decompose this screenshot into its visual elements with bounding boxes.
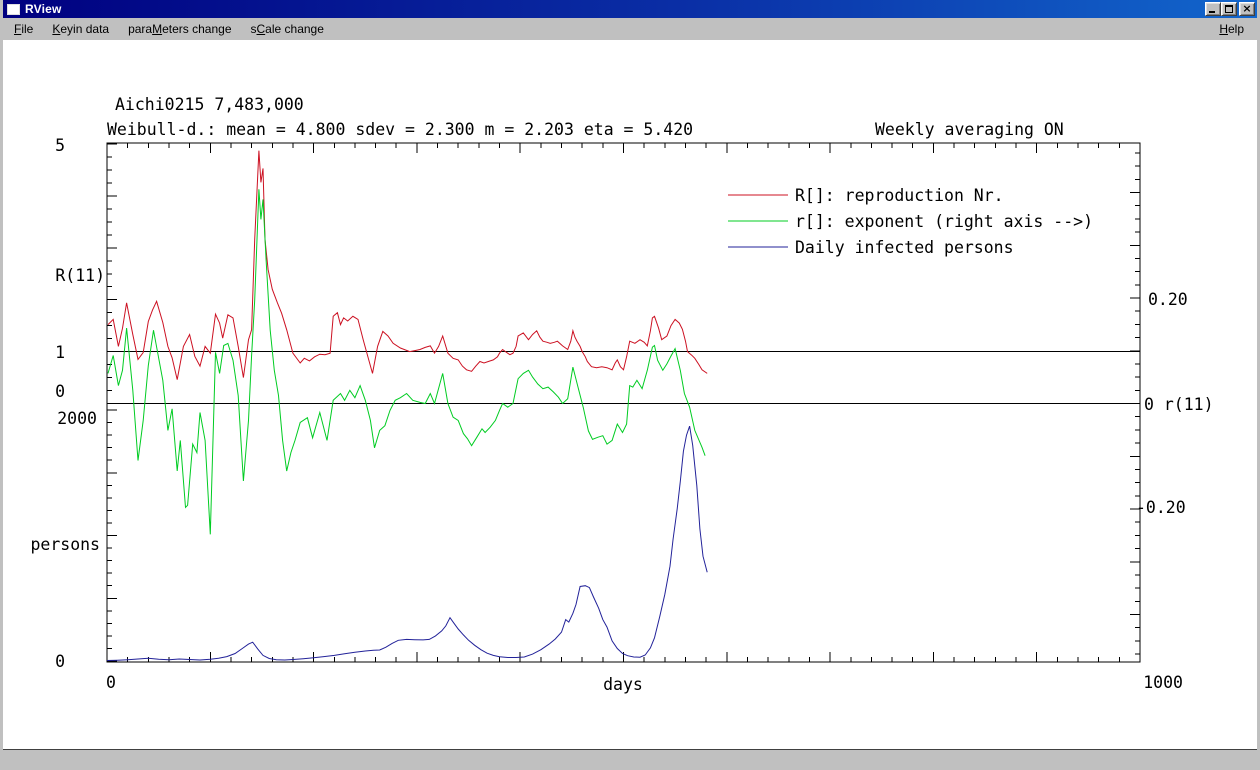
chart-label: 0 — [55, 652, 65, 671]
close-button[interactable]: × — [1239, 2, 1255, 16]
window-title: RView — [25, 2, 62, 16]
maximize-icon — [1225, 5, 1233, 13]
series-line-R — [108, 151, 707, 380]
legend-label-1: r[]: exponent (right axis -->) — [795, 212, 1093, 231]
window-controls: × — [1205, 2, 1255, 16]
chart-label: days — [603, 675, 643, 694]
chart-label: 2000 — [57, 409, 97, 428]
window-footer — [3, 750, 1257, 769]
series-line-persons — [107, 426, 707, 660]
close-icon: × — [1240, 3, 1254, 15]
menu-help[interactable]: Help — [1213, 19, 1250, 39]
chart-label: Aichi0215 7,483,000 — [115, 95, 304, 114]
chart-label: 5 — [55, 136, 65, 155]
legend-label-2: Daily infected persons — [795, 238, 1014, 257]
app-icon — [7, 4, 20, 15]
chart-label: 0.20 — [1148, 290, 1188, 309]
chart-label: persons — [30, 535, 100, 554]
menubar: File Keyin data paraMeters change sCale … — [3, 18, 1257, 40]
chart-label: 0 — [55, 382, 65, 401]
chart-area: Aichi0215 7,483,000 Weibull-d.: mean = 4.… — [3, 40, 1257, 750]
chart-label: R(11) — [55, 266, 105, 285]
menu-scale-change[interactable]: sCale change — [245, 19, 330, 39]
minimize-icon — [1209, 11, 1215, 13]
chart-label: Weekly averaging ON — [875, 120, 1064, 139]
chart-label: 1000 — [1143, 673, 1183, 692]
menu-file[interactable]: File — [8, 19, 39, 39]
titlebar: RView × — [3, 0, 1257, 18]
maximize-button[interactable] — [1221, 2, 1237, 16]
chart-label: 0 — [106, 673, 116, 692]
menu-keyin-data[interactable]: Keyin data — [46, 19, 115, 39]
chart-svg: Aichi0215 7,483,000 Weibull-d.: mean = 4.… — [3, 40, 1257, 750]
chart-label: -0.20 — [1136, 498, 1186, 517]
chart-label: 1 — [55, 343, 65, 362]
chart-label: 0 r(11) — [1144, 395, 1214, 414]
minimize-button[interactable] — [1205, 2, 1221, 16]
menu-parameters-change[interactable]: paraMeters change — [122, 19, 237, 39]
chart-label: Weibull-d.: mean = 4.800 sdev = 2.300 m … — [107, 120, 693, 139]
rview-window: RView × File Keyin data paraMeters chang… — [0, 0, 1260, 770]
legend-label-0: R[]: reproduction Nr. — [795, 186, 1004, 205]
